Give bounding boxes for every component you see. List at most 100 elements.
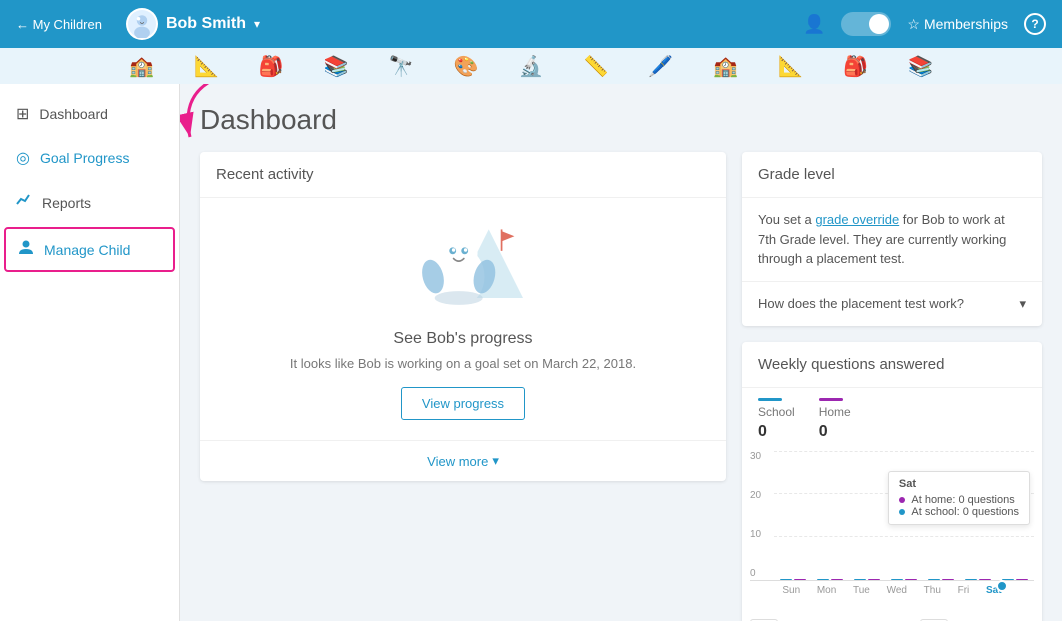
legend-row: School 0 Home 0 — [742, 388, 1042, 451]
weekly-header: Weekly questions answered — [742, 342, 1042, 388]
account-icon[interactable]: 👤 — [803, 14, 825, 35]
bar-school-mon — [817, 579, 829, 580]
tooltip-title: Sat — [899, 478, 1019, 490]
bar-home-fri — [979, 579, 991, 580]
home-legend-value: 0 — [819, 423, 851, 441]
recent-activity-section: Recent activity — [200, 152, 726, 621]
banner-icon-6: 🎨 — [454, 54, 479, 79]
bar-school-sun — [780, 579, 792, 580]
activity-title: See Bob's progress — [393, 330, 532, 348]
memberships-button[interactable]: ☆ Memberships — [907, 16, 1008, 33]
banner-icon-7: 🔬 — [519, 54, 544, 79]
x-label-tue: Tue — [853, 585, 870, 596]
banner-icon-8: 📏 — [583, 54, 608, 79]
header: ← My Children Bob Smith ▾ 👤 ☆ Membership… — [0, 0, 1062, 48]
back-link[interactable]: ← My Children — [16, 17, 102, 32]
sidebar-item-label: Manage Child — [44, 242, 130, 258]
sidebar-item-goal-progress[interactable]: ◎ Goal Progress — [0, 136, 179, 180]
school-legend-value: 0 — [758, 423, 795, 441]
home-legend-label: Home — [819, 405, 851, 419]
manage-child-icon — [18, 239, 34, 260]
x-label-thu: Thu — [924, 585, 941, 596]
bar-group-fri — [965, 579, 991, 580]
bar-home-wed — [905, 579, 917, 580]
banner-icon-2: 📐 — [194, 54, 219, 79]
placement-row[interactable]: How does the placement test work? ▾ — [742, 281, 1042, 326]
school-legend-label: School — [758, 405, 795, 419]
star-icon: ☆ — [907, 16, 920, 33]
view-more-label: View more — [427, 454, 488, 469]
bar-school-fri — [965, 579, 977, 580]
recent-activity-card: Recent activity — [200, 152, 726, 481]
bar-home-thu — [942, 579, 954, 580]
goal-progress-icon: ◎ — [16, 148, 30, 168]
chart-tooltip: Sat At home: 0 questions At school: 0 qu… — [888, 471, 1030, 525]
placement-label: How does the placement test work? — [758, 296, 964, 311]
bar-home-tue — [868, 579, 880, 580]
banner-icon-12: 🎒 — [843, 54, 868, 79]
bar-school-thu — [928, 579, 940, 580]
dot-indicator — [996, 580, 1008, 592]
recent-activity-header: Recent activity — [200, 152, 726, 198]
sidebar-item-manage-child[interactable]: Manage Child — [4, 227, 175, 272]
x-label-sun: Sun — [782, 585, 800, 596]
sidebar-item-reports[interactable]: Reports — [0, 180, 179, 225]
layout: ⊞ Dashboard ◎ Goal Progress Reports Mana… — [0, 84, 1062, 621]
toggle-switch[interactable] — [841, 12, 891, 36]
banner-icon-1: 🏫 — [129, 54, 154, 79]
y-label-0: 0 — [750, 568, 761, 579]
memberships-label: Memberships — [924, 16, 1008, 32]
bar-group-sat — [1002, 579, 1028, 580]
tooltip-school-row: At school: 0 questions — [899, 506, 1019, 518]
help-button[interactable]: ? — [1024, 13, 1046, 35]
header-user: Bob Smith ▾ — [126, 8, 260, 40]
tooltip-school-dot — [899, 509, 905, 515]
tooltip-school-label: At school: 0 questions — [911, 506, 1019, 518]
school-legend-line — [758, 398, 782, 401]
view-more-row[interactable]: View more ▾ — [200, 440, 726, 481]
home-legend-line — [819, 398, 843, 401]
home-legend: Home 0 — [819, 398, 851, 441]
banner-icon-4: 📚 — [324, 54, 349, 79]
mountain-illustration — [403, 218, 523, 318]
x-label-wed: Wed — [887, 585, 907, 596]
sidebar-item-label: Goal Progress — [40, 150, 129, 166]
reports-icon — [16, 192, 32, 213]
school-legend: School 0 — [758, 398, 795, 441]
y-label-20: 20 — [750, 490, 761, 501]
sidebar-item-label: Dashboard — [39, 106, 108, 122]
bar-group-thu — [928, 579, 954, 580]
header-left: ← My Children Bob Smith ▾ — [16, 8, 260, 40]
bar-group-mon — [817, 579, 843, 580]
bar-school-tue — [854, 579, 866, 580]
x-label-mon: Mon — [817, 585, 836, 596]
y-label-10: 10 — [750, 529, 761, 540]
chart-container: 30 20 10 0 — [742, 451, 1042, 611]
banner-icon-9: 🖊️ — [648, 54, 673, 79]
chevron-down-icon: ▾ — [492, 453, 499, 469]
chart-area: 30 20 10 0 — [750, 451, 1034, 581]
avatar-icon — [128, 10, 156, 38]
grade-desc-before: You set a — [758, 212, 815, 227]
banner-icon-10: 🏫 — [713, 54, 738, 79]
banner-icon-13: 📚 — [908, 54, 933, 79]
dropdown-icon[interactable]: ▾ — [254, 17, 260, 31]
grade-description: You set a grade override for Bob to work… — [758, 210, 1026, 269]
view-progress-button[interactable]: View progress — [401, 387, 525, 420]
sidebar-item-label: Reports — [42, 195, 91, 211]
banner-icon-11: 📐 — [778, 54, 803, 79]
page-title: Dashboard — [200, 104, 1042, 136]
grade-level-body: You set a grade override for Bob to work… — [742, 198, 1042, 281]
banner-icon-3: 🎒 — [259, 54, 284, 79]
tooltip-home-dot — [899, 497, 905, 503]
bar-home-mon — [831, 579, 843, 580]
bar-group-tue — [854, 579, 880, 580]
sidebar-item-dashboard[interactable]: ⊞ Dashboard — [0, 92, 179, 136]
weekly-questions-card: Weekly questions answered School 0 Home … — [742, 342, 1042, 621]
dashboard-icon: ⊞ — [16, 104, 29, 124]
bar-group-wed — [891, 579, 917, 580]
grade-override-link[interactable]: grade override — [815, 212, 899, 227]
bar-home-sat — [1016, 579, 1028, 580]
right-column: Grade level You set a grade override for… — [742, 152, 1042, 621]
bar-group-sun — [780, 579, 806, 580]
